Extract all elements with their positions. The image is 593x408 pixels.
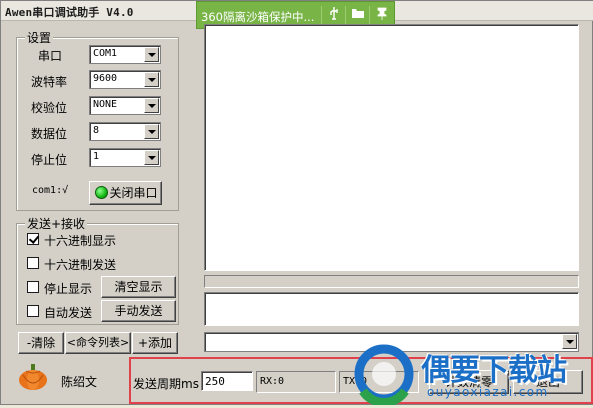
chevron-down-icon[interactable] (144, 98, 159, 113)
parity-select[interactable]: NONE (89, 96, 161, 115)
window-title: Awen串口调试助手 V4.0 (5, 6, 134, 19)
add-command-button[interactable]: +添加 (132, 332, 178, 354)
hex-send-checkbox[interactable] (27, 257, 39, 269)
settings-group-title: 设置 (25, 29, 54, 46)
port-select-value: COM1 (93, 48, 118, 59)
hex-display-checkbox[interactable] (27, 233, 39, 245)
stopbits-select[interactable]: 1 (89, 148, 161, 167)
horizontal-scrollbar[interactable] (204, 275, 579, 288)
pin-icon[interactable] (369, 6, 393, 26)
port-label: 串口 (38, 49, 63, 63)
pumpkin-icon (18, 363, 48, 391)
databits-select-value: 8 (93, 125, 100, 136)
app-window: Awen串口调试助手 V4.0 360隔离沙箱保护中... 设置 串口 COM1… (0, 0, 593, 407)
chevron-down-icon[interactable] (144, 124, 159, 139)
command-list-button[interactable]: <命令列表> (65, 332, 131, 354)
parity-label: 校验位 (31, 101, 68, 115)
watermark-title: 偶要下载站 (421, 353, 567, 388)
port-indicator-icon (95, 186, 108, 199)
chevron-down-icon[interactable] (144, 72, 159, 87)
databits-label: 数据位 (31, 127, 68, 141)
chevron-down-icon[interactable] (144, 150, 159, 165)
close-port-button[interactable]: 关闭串口 (89, 181, 162, 205)
stopbits-select-value: 1 (93, 151, 100, 162)
port-status: com1:√ (32, 185, 69, 196)
auto-send-label: 自动发送 (44, 306, 93, 320)
clear-command-button[interactable]: -清除 (18, 332, 64, 354)
receive-textarea[interactable] (204, 24, 579, 271)
send-receive-group-title: 发送+接收 (25, 215, 88, 232)
stop-display-label: 停止显示 (44, 282, 93, 296)
watermark-logo-icon (353, 343, 415, 407)
folder-icon[interactable] (345, 6, 369, 26)
databits-select[interactable]: 8 (89, 122, 161, 141)
usb-icon[interactable] (321, 6, 345, 26)
manual-send-button[interactable]: 手动发送 (101, 300, 176, 322)
parity-select-value: NONE (93, 99, 118, 110)
baud-label: 波特率 (31, 75, 68, 89)
auto-send-checkbox[interactable] (27, 305, 39, 317)
watermark: 偶要下载站 ouyaoxiazai.com (353, 343, 591, 407)
baud-select-value: 9600 (93, 73, 118, 84)
watermark-subtitle: ouyaoxiazai.com (427, 385, 549, 399)
port-select[interactable]: COM1 (89, 45, 161, 64)
hex-send-label: 十六进制发送 (44, 258, 117, 272)
author-name: 陈绍文 (61, 375, 98, 389)
close-port-label: 关闭串口 (109, 186, 158, 200)
clear-display-button[interactable]: 清空显示 (101, 276, 176, 298)
sandbox-notice-text: 360隔离沙箱保护中... (201, 10, 315, 24)
stopbits-label: 停止位 (31, 153, 68, 167)
hex-display-label: 十六进制显示 (44, 234, 117, 248)
chevron-down-icon[interactable] (144, 47, 159, 62)
stop-display-checkbox[interactable] (27, 281, 39, 293)
baud-select[interactable]: 9600 (89, 70, 161, 89)
send-textarea[interactable] (204, 292, 579, 326)
